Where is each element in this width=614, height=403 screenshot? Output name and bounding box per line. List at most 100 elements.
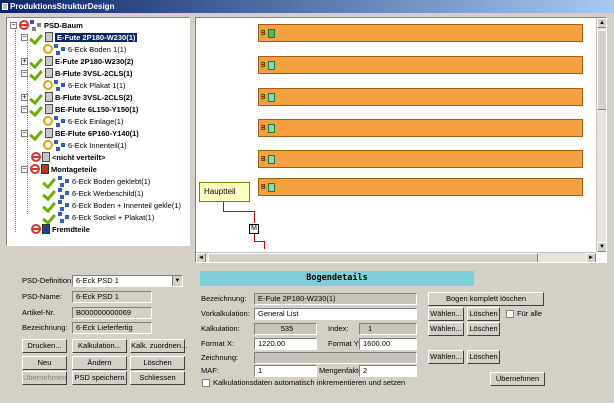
- kalkulation-waehlen-button[interactable]: Wählen...: [428, 322, 464, 336]
- collapse-icon[interactable]: −: [21, 165, 28, 173]
- collapse-icon[interactable]: −: [21, 33, 28, 41]
- format-x-field[interactable]: 1220.00: [254, 338, 317, 350]
- sheet-bar[interactable]: B: [258, 119, 583, 137]
- psd-speichern-button[interactable]: PSD speichern: [72, 371, 127, 385]
- sheet-icon: [267, 182, 275, 192]
- format-y-field[interactable]: 1600.00: [359, 338, 417, 350]
- expand-icon[interactable]: +: [21, 57, 28, 65]
- scroll-down-icon[interactable]: ▼: [597, 242, 606, 252]
- scroll-up-icon[interactable]: ▲: [597, 18, 606, 28]
- tree-node[interactable]: 6-Eck Boden + Innenteil gekle(1): [43, 199, 181, 211]
- main-window: ProduktionsStrukturDesign − PSD-Baum − E…: [0, 0, 614, 403]
- sheet-bar[interactable]: B: [258, 24, 583, 42]
- details-uebernehmen-button[interactable]: Übernehmen: [490, 372, 545, 386]
- format-y-label: Format Y:: [328, 339, 361, 348]
- tree-node[interactable]: − BE-Flute 6P160-Y140(1): [21, 127, 139, 139]
- zeichnung-field[interactable]: [254, 352, 417, 364]
- drucken-button[interactable]: Drucken...: [22, 339, 67, 353]
- psd-name-field[interactable]: 6-Eck PSD 1: [72, 291, 152, 303]
- tree-node[interactable]: 6-Eck Plakat 1(1): [43, 79, 126, 91]
- network-icon: [30, 19, 42, 31]
- loeschen-button[interactable]: Löschen: [130, 356, 185, 370]
- network-icon: [54, 79, 66, 91]
- vorkalkulation-waehlen-button[interactable]: Wählen...: [428, 307, 464, 321]
- zeichnung-waehlen-button[interactable]: Wählen...: [428, 350, 464, 364]
- schliessen-button[interactable]: Schliessen: [130, 371, 185, 385]
- tree-label: BE-Flute 6L150-Y150(1): [55, 104, 139, 114]
- tree-node[interactable]: 6-Eck Boden 1(1): [43, 43, 126, 55]
- m-node[interactable]: M: [249, 224, 259, 234]
- collapse-icon[interactable]: −: [21, 129, 28, 137]
- scroll-left-icon[interactable]: ◄: [196, 253, 206, 262]
- sheet-bar[interactable]: B: [258, 88, 583, 106]
- ring-icon: [43, 140, 53, 150]
- bogendetails-header: Bogendetails: [200, 271, 474, 286]
- collapse-icon[interactable]: −: [10, 21, 17, 29]
- tree-node[interactable]: 6-Eck Sockel + Plakat(1): [43, 211, 154, 223]
- tree-node[interactable]: − Montageteile: [21, 163, 97, 175]
- sheet-bar[interactable]: B: [258, 56, 583, 74]
- scroll-thumb[interactable]: [208, 253, 538, 262]
- vorkalkulation-field[interactable]: General List: [254, 308, 417, 320]
- tree-label: E-Fute 2P180-W230(1): [55, 32, 138, 42]
- maf-field[interactable]: 1: [254, 365, 317, 377]
- check-icon: [30, 55, 44, 67]
- collapse-icon[interactable]: −: [21, 69, 28, 77]
- tree-node[interactable]: 6-Eck Innenteil(1): [43, 139, 127, 151]
- tree-node[interactable]: Fremdteile: [31, 223, 90, 235]
- check-icon: [43, 211, 57, 223]
- scroll-thumb[interactable]: [597, 30, 606, 110]
- tree-node[interactable]: + E-Fute 2P180-W230(2): [21, 55, 133, 67]
- aendern-button[interactable]: Ändern: [72, 356, 127, 370]
- neu-button[interactable]: Neu: [22, 356, 67, 370]
- fuer-alle-checkbox[interactable]: [506, 310, 514, 318]
- bezeichnung-field[interactable]: 6-Eck Lieferfertig: [72, 322, 152, 334]
- hauptteil-node[interactable]: Hauptteil: [199, 182, 250, 202]
- tree-node[interactable]: − B-Flute 3VSL-2CLS(1): [21, 67, 133, 79]
- sheet-bar[interactable]: B: [258, 150, 583, 168]
- bezeichnung-label: Bezeichnung:: [22, 323, 68, 332]
- kalkulation-field[interactable]: 535: [254, 323, 317, 335]
- kalkulation-button[interactable]: Kalkulation...: [72, 339, 127, 353]
- structure-diagram[interactable]: B B B B B B Hauptteil M ▲ ▼ ◄ ►: [195, 17, 607, 263]
- tree-root[interactable]: − PSD-Baum: [10, 19, 83, 31]
- tree-node[interactable]: 6-Eck Werbeschild(1): [43, 187, 144, 199]
- connector-line: [254, 241, 264, 242]
- artikel-label: Artikel-Nr.: [22, 308, 55, 317]
- bogen-loeschen-button[interactable]: Bogen komplett löschen: [428, 292, 544, 306]
- chevron-down-icon[interactable]: ▼: [172, 276, 182, 286]
- psd-tree[interactable]: − PSD-Baum − E-Fute 2P180-W230(1) 6-Eck …: [6, 17, 190, 246]
- tree-node[interactable]: − BE-Flute 6L150-Y150(1): [21, 103, 138, 115]
- tree-label: Fremdteile: [52, 224, 90, 234]
- tree-node[interactable]: 6-Eck Einlage(1): [43, 115, 123, 127]
- detail-bezeichnung-field[interactable]: E-Fute 2P180-W230(1): [254, 293, 417, 305]
- sheet-bar[interactable]: B: [258, 178, 583, 196]
- kalkulation-loeschen-button[interactable]: Löschen: [467, 322, 500, 336]
- check-icon: [43, 199, 57, 211]
- sheet-icon: [45, 92, 53, 102]
- expand-icon[interactable]: +: [21, 93, 28, 101]
- index-field[interactable]: 1: [359, 323, 417, 335]
- auto-increment-checkbox[interactable]: [202, 379, 210, 387]
- tree-node[interactable]: + B-Flute 3VSL-2CLS(2): [21, 91, 133, 103]
- zeichnung-loeschen-button[interactable]: Löschen: [467, 350, 500, 364]
- collapse-icon[interactable]: −: [21, 105, 28, 113]
- tree-node[interactable]: <nicht verteilt>: [31, 151, 105, 163]
- vorkalkulation-loeschen-button[interactable]: Löschen: [467, 307, 500, 321]
- uebernehmen-button-disabled[interactable]: Übernehmen: [22, 371, 67, 385]
- assembly-icon: [41, 164, 49, 174]
- horizontal-scrollbar[interactable]: ◄ ►: [196, 252, 596, 262]
- sheet-icon: [267, 28, 275, 38]
- vertical-scrollbar[interactable]: ▲ ▼: [596, 18, 606, 252]
- mengenfaktor-field[interactable]: 2: [359, 365, 417, 377]
- network-icon: [58, 187, 70, 199]
- title-bar: ProduktionsStrukturDesign: [0, 0, 614, 13]
- check-icon: [43, 187, 57, 199]
- tree-node[interactable]: − E-Fute 2P180-W230(1): [21, 31, 138, 43]
- scroll-right-icon[interactable]: ►: [586, 253, 596, 262]
- kalk-zuordnen-button[interactable]: Kalk. zuordnen...: [130, 339, 187, 353]
- psd-definition-select[interactable]: 6-Eck PSD 1 ▼: [72, 275, 183, 287]
- zeichnung-label: Zeichnung:: [201, 353, 239, 362]
- artikel-field[interactable]: B000000000069: [72, 307, 152, 319]
- tree-node[interactable]: 6-Eck Boden geklebt(1): [43, 175, 150, 187]
